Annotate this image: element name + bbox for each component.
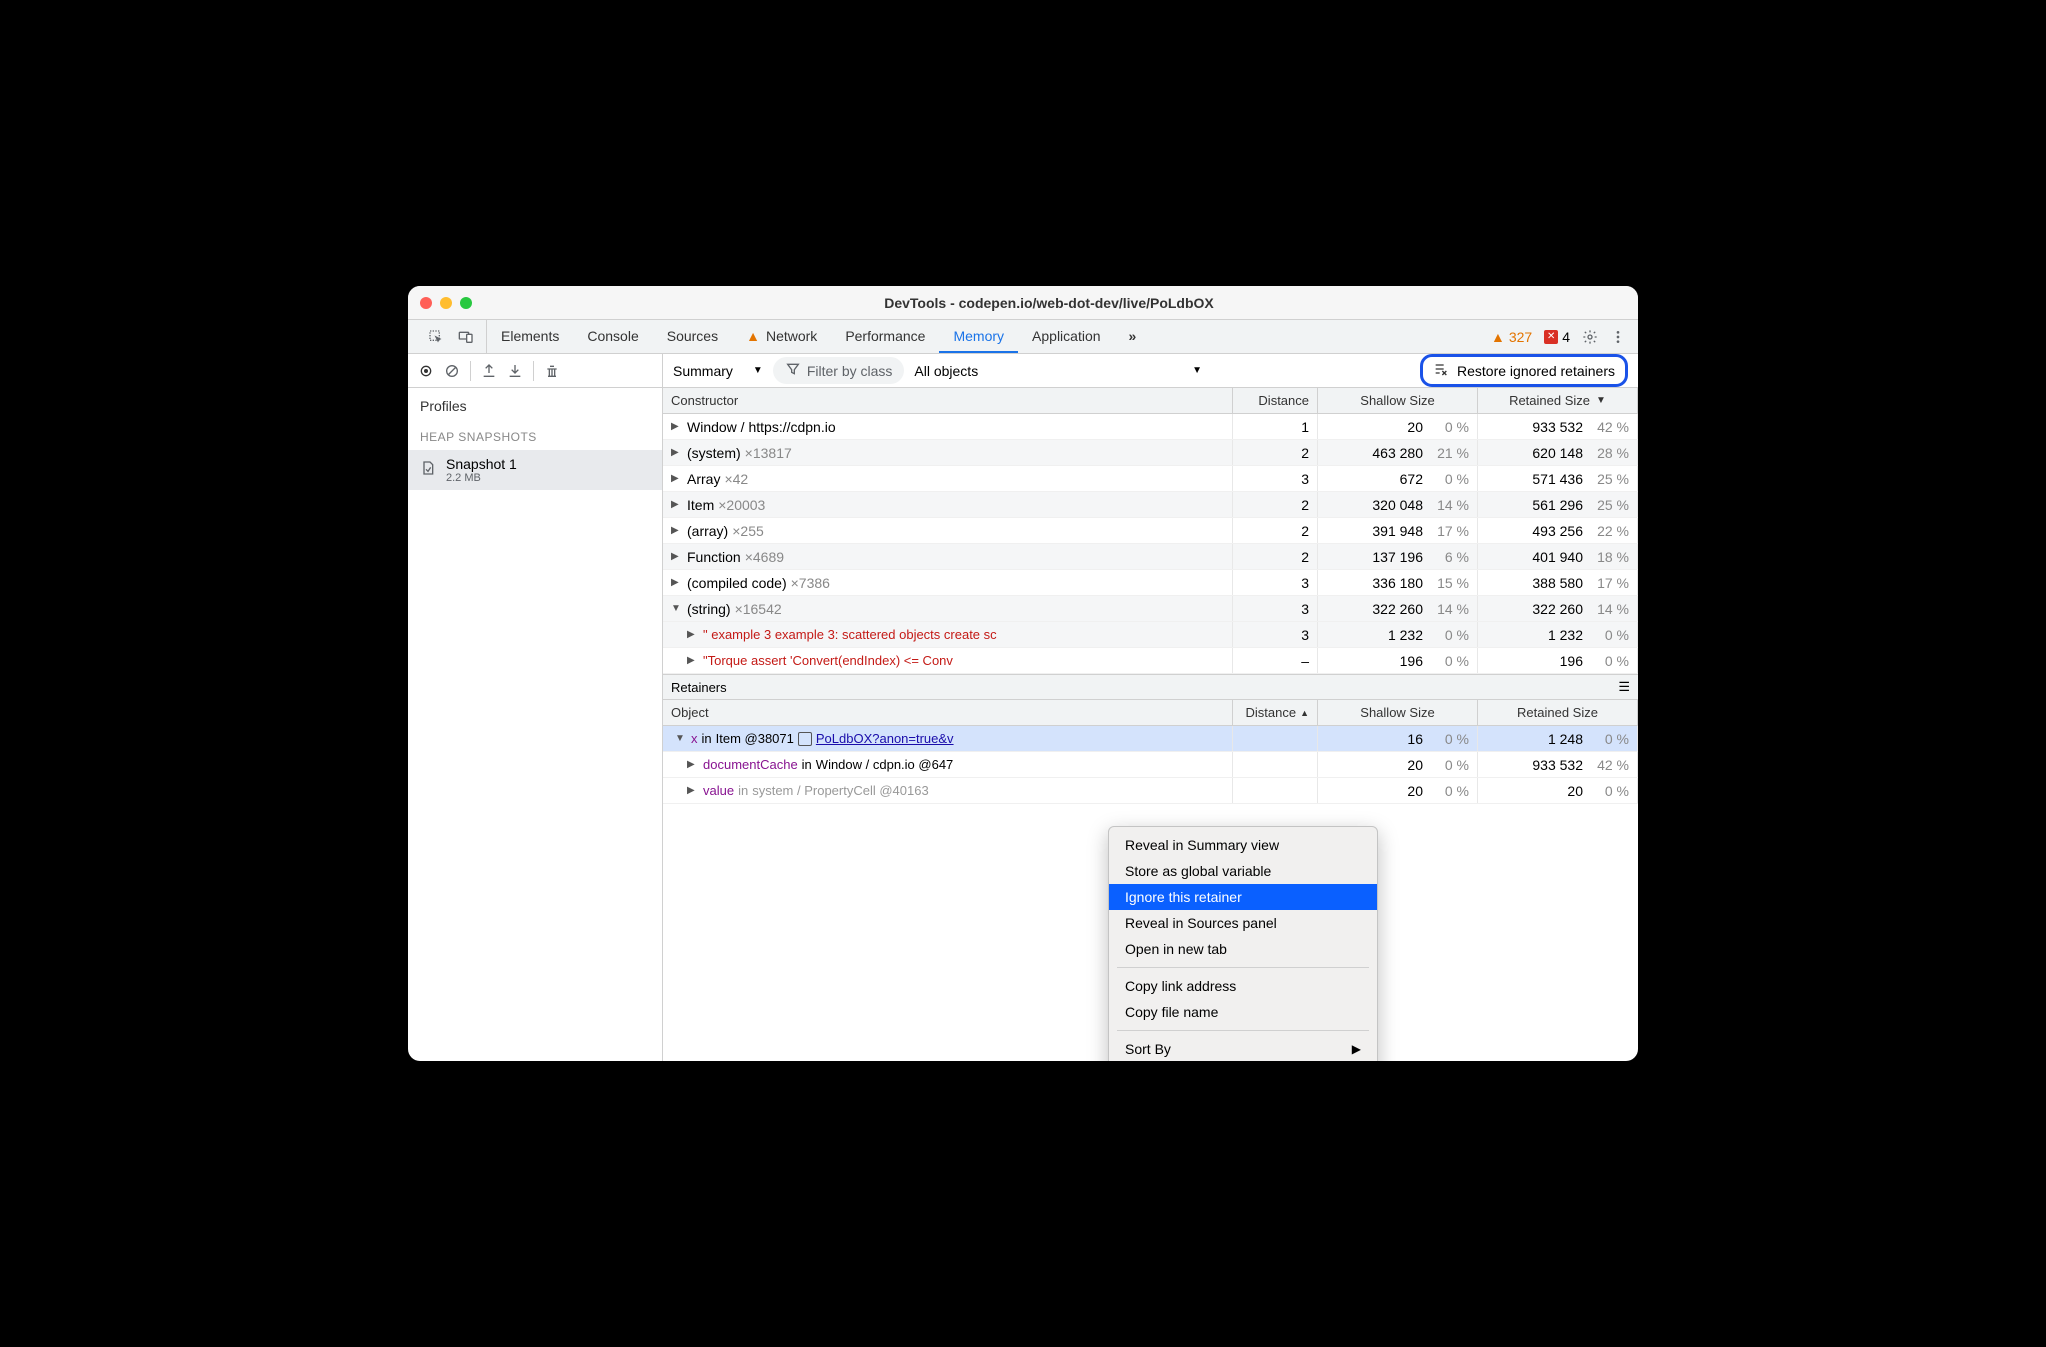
snapshot-icon (420, 460, 436, 481)
context-menu-item[interactable]: Copy file name (1109, 999, 1377, 1025)
profiles-label: Profiles (408, 388, 662, 424)
constructors-body[interactable]: ▶ Window / https://cdpn.io 1 200 % 933 5… (663, 414, 1638, 674)
context-menu: Reveal in Summary viewStore as global va… (1108, 826, 1378, 1061)
snapshot-size: 2.2 MB (446, 472, 517, 484)
panel-tabs: Elements Console Sources ▲Network Perfor… (487, 320, 1150, 353)
warning-icon: ▲ (746, 328, 760, 344)
retainers-title: Retainers (671, 680, 727, 695)
col-distance[interactable]: Distance (1233, 388, 1318, 413)
col-distance[interactable]: Distance▲ (1233, 700, 1318, 725)
main-tabbar: Elements Console Sources ▲Network Perfor… (408, 320, 1638, 354)
col-shallow[interactable]: Shallow Size (1318, 388, 1478, 413)
tab-application[interactable]: Application (1018, 320, 1115, 353)
view-dropdown[interactable]: Summary▼ (673, 363, 763, 379)
device-icon[interactable] (458, 329, 474, 345)
retainer-row[interactable]: ▶ value in system / PropertyCell @40163 … (663, 778, 1638, 804)
tab-network[interactable]: ▲Network (732, 320, 831, 353)
context-menu-item[interactable]: Reveal in Sources panel (1109, 910, 1377, 936)
col-retained[interactable]: Retained Size▼ (1478, 388, 1638, 413)
constructor-row[interactable]: ▶ (array) ×255 2 391 94817 % 493 25622 % (663, 518, 1638, 544)
context-menu-item[interactable]: Copy link address (1109, 973, 1377, 999)
record-icon[interactable] (418, 363, 434, 379)
chevron-down-icon: ▼ (1192, 365, 1202, 376)
titlebar: DevTools - codepen.io/web-dot-dev/live/P… (408, 286, 1638, 320)
sort-desc-icon: ▼ (1596, 395, 1606, 406)
clear-icon[interactable] (444, 363, 460, 379)
context-menu-item[interactable]: Reveal in Summary view (1109, 832, 1377, 858)
constructor-row[interactable]: ▶ Array ×42 3 6720 % 571 43625 % (663, 466, 1638, 492)
gc-icon[interactable] (544, 363, 560, 379)
traffic-lights (420, 297, 472, 309)
snapshot-item[interactable]: Snapshot 1 2.2 MB (408, 450, 662, 490)
hamburger-icon[interactable]: ☰ (1618, 679, 1630, 695)
constructor-row[interactable]: ▼ (string) ×16542 3 322 26014 % 322 2601… (663, 596, 1638, 622)
objects-filter-dropdown[interactable]: All objects (914, 363, 978, 379)
error-icon: ✕ (1544, 330, 1558, 344)
retainer-row[interactable]: ▼ x in Item @38071 PoLdbOX?anon=true&v 1… (663, 726, 1638, 752)
snapshot-name: Snapshot 1 (446, 456, 517, 472)
tab-sources[interactable]: Sources (653, 320, 732, 353)
constructor-row[interactable]: ▶ (compiled code) ×7386 3 336 18015 % 38… (663, 570, 1638, 596)
constructor-row[interactable]: ▶ Item ×20003 2 320 04814 % 561 29625 % (663, 492, 1638, 518)
devtools-window: DevTools - codepen.io/web-dot-dev/live/P… (408, 286, 1638, 1061)
restore-icon (1433, 361, 1449, 380)
retainer-row[interactable]: ▶ documentCache in Window / cdpn.io @647… (663, 752, 1638, 778)
warnings-count[interactable]: ▲327 (1491, 329, 1532, 345)
restore-ignored-retainers-button[interactable]: Restore ignored retainers (1420, 354, 1628, 387)
retainers-title-bar: Retainers ☰ (663, 674, 1638, 700)
chevron-down-icon: ▼ (753, 365, 763, 376)
inspect-icon[interactable] (428, 329, 444, 345)
filter-input[interactable]: Filter by class (773, 357, 905, 384)
window-title: DevTools - codepen.io/web-dot-dev/live/P… (472, 295, 1626, 311)
gear-icon[interactable] (1582, 329, 1598, 345)
col-shallow[interactable]: Shallow Size (1318, 700, 1478, 725)
tabs-overflow[interactable]: » (1115, 320, 1151, 353)
constructor-row[interactable]: ▶ Window / https://cdpn.io 1 200 % 933 5… (663, 414, 1638, 440)
context-menu-item[interactable]: Ignore this retainer (1109, 884, 1377, 910)
string-row[interactable]: ▶ "Torque assert 'Convert(endIndex) <= C… (663, 648, 1638, 674)
minimize-window-button[interactable] (440, 297, 452, 309)
col-constructor[interactable]: Constructor (663, 388, 1233, 413)
memory-toolbar: Summary▼ Filter by class All objects ▼ R… (408, 354, 1638, 388)
constructor-row[interactable]: ▶ Function ×4689 2 137 1966 % 401 94018 … (663, 544, 1638, 570)
upload-icon[interactable] (481, 363, 497, 379)
context-menu-item[interactable]: Open in new tab (1109, 936, 1377, 962)
kebab-icon[interactable] (1610, 329, 1626, 345)
tab-elements[interactable]: Elements (487, 320, 573, 353)
col-object[interactable]: Object (663, 700, 1233, 725)
close-window-button[interactable] (420, 297, 432, 309)
context-menu-item[interactable]: Sort By▶ (1109, 1036, 1377, 1061)
heap-snapshots-heading: HEAP SNAPSHOTS (408, 424, 662, 450)
maximize-window-button[interactable] (460, 297, 472, 309)
tab-performance[interactable]: Performance (831, 320, 939, 353)
col-retained[interactable]: Retained Size (1478, 700, 1638, 725)
errors-count[interactable]: ✕4 (1544, 329, 1570, 345)
profiles-sidebar: Profiles HEAP SNAPSHOTS Snapshot 1 2.2 M… (408, 388, 663, 1061)
main-content: Profiles HEAP SNAPSHOTS Snapshot 1 2.2 M… (408, 388, 1638, 1061)
constructor-row[interactable]: ▶ (system) ×13817 2 463 28021 % 620 1482… (663, 440, 1638, 466)
download-icon[interactable] (507, 363, 523, 379)
sort-asc-icon: ▲ (1300, 708, 1309, 718)
tab-memory[interactable]: Memory (939, 320, 1018, 353)
filter-icon (785, 361, 801, 380)
string-row[interactable]: ▶ " example 3 example 3: scattered objec… (663, 622, 1638, 648)
constructors-header: Constructor Distance Shallow Size Retain… (663, 388, 1638, 414)
retainers-header: Object Distance▲ Shallow Size Retained S… (663, 700, 1638, 726)
tab-console[interactable]: Console (573, 320, 652, 353)
context-menu-item[interactable]: Store as global variable (1109, 858, 1377, 884)
